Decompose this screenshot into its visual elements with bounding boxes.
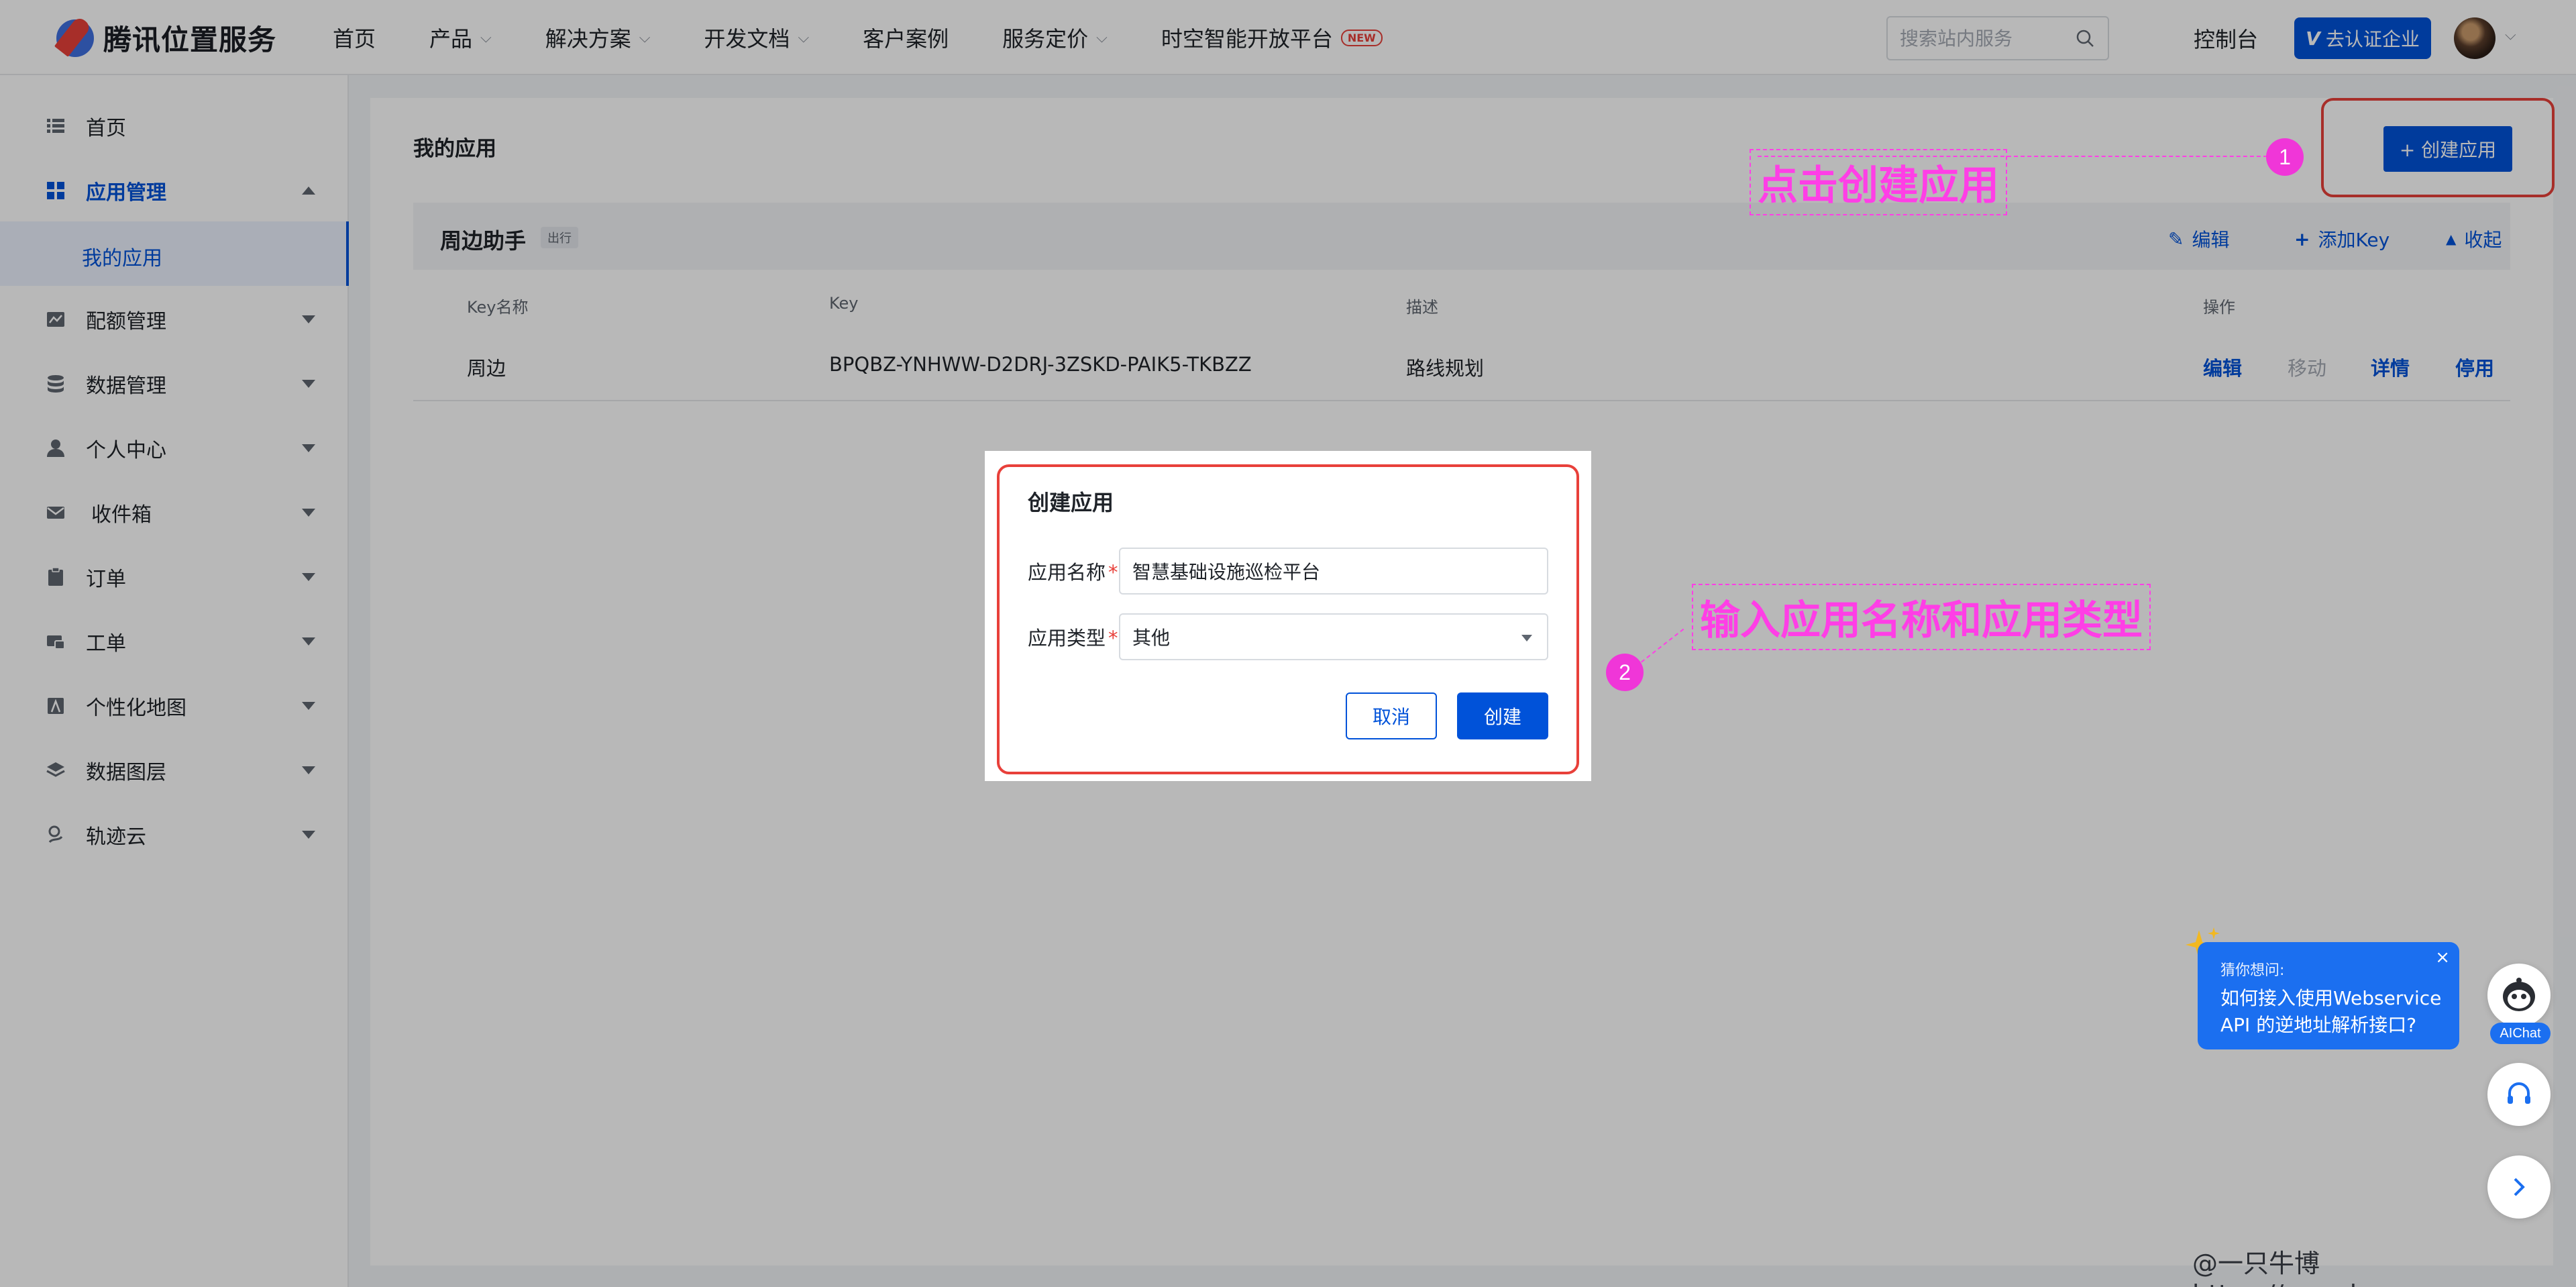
chevron-right-icon [2514, 1178, 2525, 1196]
aichat-label: AIChat [2490, 1023, 2551, 1044]
customer-service-button[interactable] [2487, 1063, 2551, 1126]
app-name-input[interactable]: 智慧基础设施巡检平台 [1119, 548, 1548, 595]
select-value: 其他 [1132, 627, 1171, 649]
required-mark: * [1108, 561, 1118, 584]
dialog-title: 创建应用 [1028, 490, 1114, 515]
step-1-annotation: 点击创建应用 [1750, 149, 2007, 215]
label-text: 应用类型 [1028, 627, 1106, 650]
caret-down-icon [1521, 635, 1532, 641]
suggestion-question: 如何接入使用Webservice API 的逆地址解析接口? [2220, 987, 2442, 1036]
aichat-button[interactable] [2487, 964, 2551, 1027]
app-name-label: 应用名称 * [1028, 557, 1118, 585]
suggestion-prefix: 猜你想问: [2220, 962, 2285, 979]
expand-panel-button[interactable] [2487, 1155, 2551, 1219]
aichat-suggestion-bubble[interactable]: 猜你想问: 如何接入使用Webservice API 的逆地址解析接口? × [2198, 942, 2459, 1049]
step-1-marker: 1 [2266, 138, 2304, 176]
step-2-annotation: 输入应用名称和应用类型 [1692, 584, 2151, 650]
author-watermark: @一只牛博 https://acowbo.com [2192, 1249, 2444, 1287]
required-mark: * [1108, 627, 1118, 650]
cancel-button[interactable]: 取消 [1346, 692, 1437, 739]
app-type-select[interactable]: 其他 [1119, 613, 1548, 660]
headset-icon [2508, 1082, 2530, 1104]
close-icon[interactable]: × [2435, 947, 2450, 968]
confirm-create-button[interactable]: 创建 [1457, 692, 1548, 739]
step-2-marker: 2 [1606, 654, 1644, 691]
robot-icon [2503, 978, 2535, 1011]
label-text: 应用名称 [1028, 561, 1106, 584]
create-app-dialog: 创建应用 应用名称 * 智慧基础设施巡检平台 应用类型 * 其他 取消 创建 [985, 451, 1591, 781]
app-type-label: 应用类型 * [1028, 623, 1118, 651]
